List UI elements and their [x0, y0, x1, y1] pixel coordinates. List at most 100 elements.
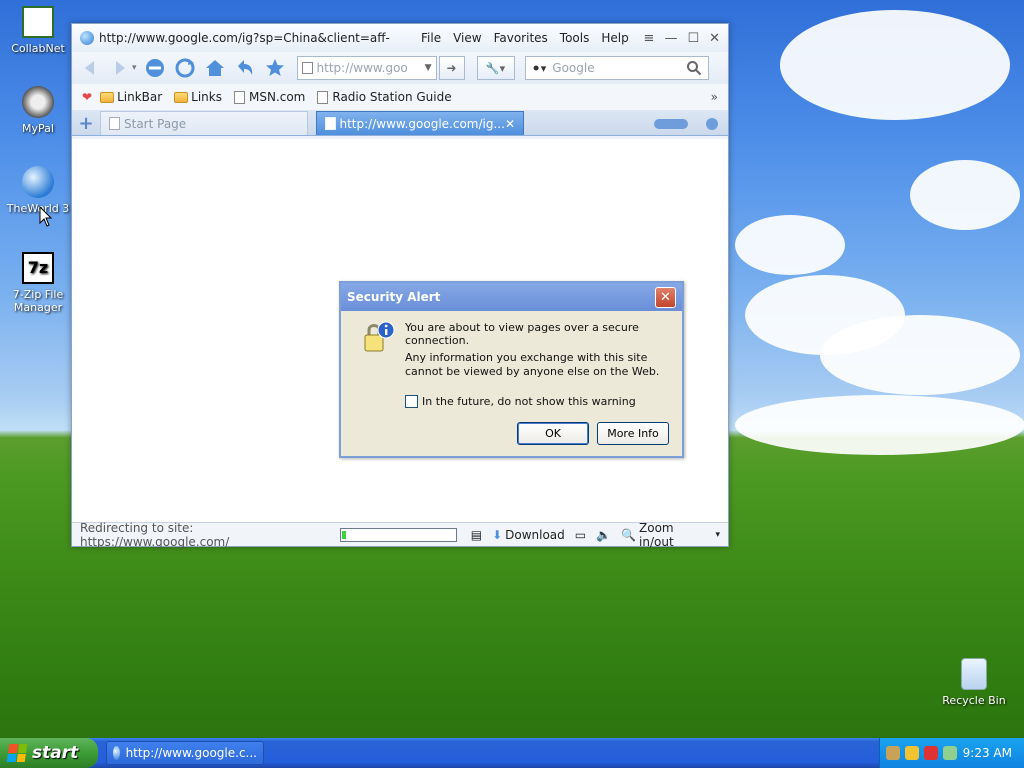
status-text: Redirecting to site: https://www.google.… — [80, 520, 230, 549]
network-icon[interactable] — [943, 746, 957, 760]
address-bar[interactable]: http://www.goo ▼ — [296, 56, 437, 80]
refresh-icon[interactable] — [173, 56, 197, 80]
lock-info-icon — [364, 321, 395, 352]
arrow-right-icon: ➜ — [446, 61, 457, 75]
start-button[interactable]: start — [0, 738, 98, 768]
favorites-bar: ❤ LinkBar Links MSN.com Radio Station Gu… — [72, 84, 728, 110]
window-controls: ≡ — ☐ ✕ — [644, 31, 720, 46]
back-icon[interactable] — [78, 56, 102, 80]
dialog-title: Security Alert — [347, 290, 441, 304]
download-label: Download — [505, 527, 565, 542]
maximize-icon[interactable]: ☐ — [687, 31, 699, 46]
warning-checkbox-row[interactable]: In the future, do not show this warning — [405, 395, 636, 408]
tab-start-page[interactable]: Start Page — [100, 111, 308, 135]
minimize-icon[interactable]: — — [664, 31, 677, 46]
search-input[interactable]: Google — [552, 61, 685, 75]
menu-view[interactable]: View — [447, 31, 487, 45]
fav-radio[interactable]: Radio Station Guide — [317, 90, 452, 104]
window-title: http://www.google.com/ig?sp=China&client… — [99, 31, 391, 45]
menu-file[interactable]: File — [415, 31, 447, 45]
go-button[interactable]: ➜ — [438, 56, 465, 80]
menu-bar: File View Favorites Tools Help — [415, 31, 635, 45]
status-tool-icon[interactable]: ▭ — [575, 528, 586, 542]
dialog-close-button[interactable]: ✕ — [655, 286, 676, 308]
page-icon — [325, 117, 336, 130]
speaker-icon[interactable]: 🔈 — [596, 528, 611, 542]
tab-scroll-icon[interactable] — [654, 119, 688, 129]
stop-icon[interactable] — [143, 56, 167, 80]
more-chevron-icon[interactable]: » — [711, 90, 718, 104]
menu-favorites[interactable]: Favorites — [488, 31, 554, 45]
cloud — [735, 215, 845, 275]
dialog-message-2: Any information you exchange with this s… — [405, 351, 660, 378]
mouse-cursor-icon — [39, 206, 53, 227]
dialog-title-bar: Security Alert ✕ — [341, 283, 682, 311]
undo-icon[interactable] — [233, 56, 257, 80]
cloud — [910, 160, 1020, 230]
tools-button[interactable]: 🔧▾ — [476, 56, 515, 80]
close-icon[interactable]: ✕ — [709, 31, 720, 46]
arrow-down-icon: ⬇ — [492, 527, 503, 542]
forward-icon[interactable] — [108, 56, 132, 80]
status-doc-icon[interactable]: ▤ — [471, 528, 482, 542]
fav-linkbar[interactable]: LinkBar — [100, 90, 162, 104]
close-icon[interactable]: ✕ — [505, 117, 515, 131]
heart-icon[interactable]: ❤ — [82, 90, 92, 104]
menu-tools[interactable]: Tools — [554, 31, 596, 45]
tray-app-icon[interactable] — [886, 746, 900, 760]
cloud — [735, 395, 1024, 455]
search-box[interactable]: ⚫▾ Google — [524, 56, 709, 80]
new-tab-icon[interactable]: + — [72, 111, 100, 135]
shield-icon[interactable] — [905, 746, 919, 760]
folder-icon — [100, 91, 115, 103]
fav-links[interactable]: Links — [174, 90, 222, 104]
taskbar: start http://www.google.c... 9:23 AM — [0, 738, 1024, 768]
search-engine-icon: ⚫▾ — [531, 61, 547, 75]
fav-label: Radio Station Guide — [332, 90, 452, 104]
browser-globe-icon — [80, 31, 94, 45]
desktop-icon-mypal[interactable]: MyPal — [0, 86, 76, 135]
security-shield-icon[interactable] — [924, 746, 938, 760]
taskbar-item-label: http://www.google.c... — [125, 746, 257, 760]
page-progress — [339, 527, 457, 542]
collabnet-icon — [22, 6, 54, 38]
desktop-icon-collabnet[interactable]: CollabNet — [0, 6, 76, 55]
system-tray: 9:23 AM — [879, 738, 1024, 768]
raccoon-icon — [22, 86, 54, 118]
home-icon[interactable] — [203, 56, 227, 80]
chevron-down-icon: ▾ — [715, 529, 721, 540]
fav-label: Links — [191, 90, 222, 104]
tab-label: Start Page — [124, 116, 187, 131]
security-alert-dialog: Security Alert ✕ You are about to view p… — [339, 281, 684, 458]
menu-lines-icon[interactable]: ≡ — [644, 31, 655, 46]
tab-google[interactable]: http://www.google.com/ig... ✕ — [316, 111, 524, 135]
magnifier-icon: 🔍 — [621, 527, 637, 542]
cloud — [820, 315, 1020, 395]
nav-toolbar: ▾ http://www.goo ▼ ➜ 🔧▾ ⚫▾ Google — [72, 52, 728, 84]
download-button[interactable]: ⬇ Download — [492, 528, 565, 542]
fav-msn[interactable]: MSN.com — [233, 90, 305, 104]
more-info-button[interactable]: More Info — [597, 422, 669, 445]
folder-icon — [174, 91, 189, 103]
desktop-icon-7zip[interactable]: 7z 7-Zip File Manager — [0, 252, 76, 314]
address-input[interactable]: http://www.goo — [317, 61, 425, 75]
search-icon[interactable] — [686, 60, 702, 76]
clock: 9:23 AM — [962, 746, 1012, 760]
7zip-icon: 7z — [22, 252, 54, 284]
globe-icon — [113, 746, 120, 760]
chevron-down-icon[interactable]: ▾ — [132, 63, 137, 73]
start-label: start — [32, 743, 79, 763]
desktop-icon-recycle-bin[interactable]: Recycle Bin — [936, 658, 1012, 707]
chevron-down-icon[interactable]: ▼ — [425, 63, 432, 73]
zoom-button[interactable]: 🔍 Zoom in/out ▾ — [621, 521, 720, 549]
menu-help[interactable]: Help — [595, 31, 634, 45]
tab-menu-icon[interactable] — [706, 118, 718, 130]
page-icon — [301, 62, 313, 74]
warning-checkbox[interactable] — [405, 395, 418, 408]
taskbar-item-browser[interactable]: http://www.google.c... — [106, 741, 264, 765]
desktop-icon-label: MyPal — [22, 122, 54, 135]
page-icon — [109, 117, 120, 130]
ok-button[interactable]: OK — [517, 422, 589, 445]
desktop-icon-theworld[interactable]: TheWorld 3 — [0, 166, 76, 215]
star-icon[interactable] — [263, 56, 287, 80]
